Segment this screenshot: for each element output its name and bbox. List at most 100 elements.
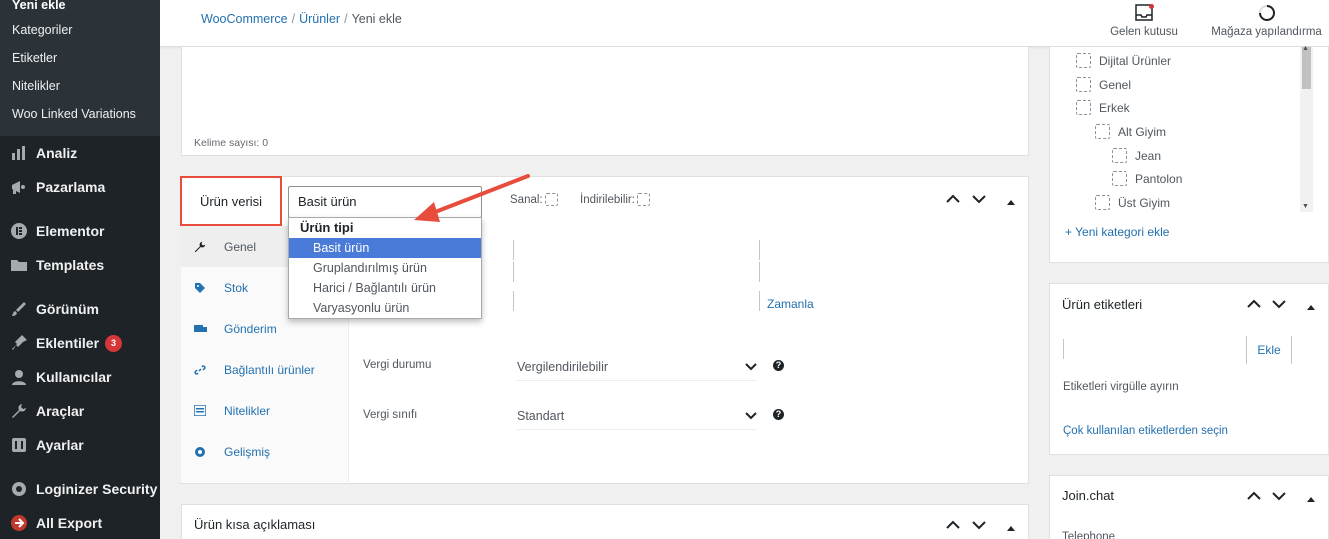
category-checkbox[interactable] [1076, 53, 1091, 68]
dropdown-option-grouped[interactable]: Gruplandırılmış ürün [289, 258, 481, 278]
store-setup-button[interactable]: Mağaza yapılandırma [1204, 2, 1329, 38]
export-icon [9, 513, 29, 533]
downloadable-label: İndirilebilir: [580, 193, 635, 206]
menu-appearance[interactable]: Görünüm [0, 292, 160, 326]
short-desc-move-down[interactable] [972, 518, 986, 533]
tab-label: Bağlantılı ürünler [224, 362, 315, 377]
add-tag-label: Ekle [1257, 343, 1281, 357]
dropdown-option-simple[interactable]: Basit ürün [289, 238, 481, 258]
tax-class-help-icon[interactable]: ? [773, 409, 784, 420]
tab-linked-products[interactable]: Bağlantılı ürünler [181, 349, 348, 390]
list-icon [193, 405, 207, 416]
tab-attributes[interactable]: Nitelikler [181, 390, 348, 431]
category-checkbox[interactable] [1076, 100, 1091, 115]
tab-advanced[interactable]: Gelişmiş [181, 431, 348, 472]
elementor-icon [9, 221, 29, 241]
scroll-up-arrow[interactable]: ▲ [1302, 45, 1309, 52]
products-submenu: Yeni ekle Kategoriler Etiketler Nitelikl… [0, 0, 160, 136]
category-item[interactable]: Dijital Ürünler [1076, 53, 1171, 68]
category-checkbox[interactable] [1112, 171, 1127, 186]
settings-icon [9, 435, 29, 455]
tax-class-select[interactable]: Standart [517, 402, 757, 430]
breadcrumb-current: Yeni ekle [351, 12, 402, 26]
category-item[interactable]: Alt Giyim [1095, 124, 1166, 139]
sale-price-field[interactable] [513, 262, 760, 282]
gear-icon [9, 479, 29, 499]
plugin-update-badge: 3 [105, 334, 123, 352]
submenu-linked-variations[interactable]: Woo Linked Variations [0, 100, 160, 128]
tax-status-select[interactable]: Vergilendirilebilir [517, 353, 757, 381]
category-label: Erkek [1099, 100, 1130, 115]
short-desc-toggle[interactable] [1006, 520, 1016, 535]
submenu-categories[interactable]: Kategoriler [0, 16, 160, 44]
chevron-down-icon [745, 402, 757, 430]
category-item[interactable]: Genel [1076, 77, 1131, 92]
breadcrumb-products[interactable]: Ürünler [299, 12, 340, 26]
tags-move-up[interactable] [1247, 297, 1261, 312]
tag-icon [193, 282, 207, 294]
category-checkbox[interactable] [1095, 195, 1110, 210]
add-tag-button[interactable]: Ekle [1246, 336, 1292, 364]
dropdown-option-external[interactable]: Harici / Bağlantılı ürün [289, 278, 481, 298]
sale-date-field[interactable] [513, 291, 760, 311]
category-item[interactable]: Üst Giyim [1095, 195, 1170, 210]
submenu-attributes[interactable]: Nitelikler [0, 72, 160, 100]
menu-all-export[interactable]: All Export [0, 506, 160, 539]
menu-label: Analiz [36, 145, 78, 161]
tags-toggle[interactable] [1306, 299, 1316, 314]
menu-loginizer[interactable]: Loginizer Security [0, 472, 160, 506]
scroll-down-arrow[interactable]: ▼ [1302, 203, 1309, 210]
menu-settings[interactable]: Ayarlar [0, 428, 160, 462]
move-up-button[interactable] [946, 192, 960, 207]
virtual-checkbox[interactable] [544, 193, 558, 206]
joinchat-move-up[interactable] [1247, 489, 1261, 504]
category-checkbox[interactable] [1112, 148, 1127, 163]
menu-tools[interactable]: Araçlar [0, 394, 160, 428]
joinchat-move-down[interactable] [1272, 489, 1286, 504]
downloadable-checkbox[interactable] [636, 193, 650, 206]
dropdown-option-variable[interactable]: Varyasyonlu ürün [289, 298, 481, 318]
menu-elementor[interactable]: Elementor [0, 214, 160, 248]
menu-label: Ayarlar [36, 437, 84, 453]
regular-price-field[interactable] [513, 240, 760, 260]
admin-sidebar: Yeni ekle Kategoriler Etiketler Nitelikl… [0, 0, 160, 539]
schedule-link[interactable]: Zamanla [767, 297, 814, 311]
joinchat-phone-label: Telephone [1062, 531, 1116, 539]
menu-analytics[interactable]: Analiz [0, 136, 160, 170]
scrollbar-thumb[interactable] [1302, 47, 1311, 89]
category-label: Pantolon [1135, 171, 1183, 186]
menu-users[interactable]: Kullanıcılar [0, 360, 160, 394]
toggle-panel-button[interactable] [1006, 194, 1016, 209]
inbox-button[interactable]: Gelen kutusu [1104, 2, 1184, 38]
joinchat-toggle[interactable] [1306, 491, 1316, 506]
progress-icon [1258, 5, 1275, 21]
submenu-add-new[interactable]: Yeni ekle [0, 0, 160, 16]
category-item[interactable]: Pantolon [1112, 171, 1182, 186]
category-checkbox[interactable] [1076, 77, 1091, 92]
menu-plugins[interactable]: Eklentiler 3 [0, 326, 160, 360]
product-data-title: Ürün verisi [180, 176, 282, 226]
menu-marketing[interactable]: Pazarlama [0, 170, 160, 204]
add-category-link[interactable]: + Yeni kategori ekle [1065, 225, 1169, 239]
menu-templates[interactable]: Templates [0, 248, 160, 282]
downloadable-option[interactable]: İndirilebilir: [580, 193, 650, 206]
category-item[interactable]: Erkek [1076, 100, 1130, 115]
menu-label: Templates [36, 257, 105, 273]
breadcrumb-woocommerce[interactable]: WooCommerce [201, 12, 288, 26]
tag-input[interactable] [1063, 339, 1241, 359]
move-down-button[interactable] [972, 192, 986, 207]
category-checkbox[interactable] [1095, 124, 1110, 139]
category-label: Üst Giyim [1118, 195, 1170, 210]
popular-tags-link[interactable]: Çok kullanılan etiketlerden seçin [1063, 425, 1228, 437]
joinchat-title: Join.chat [1062, 488, 1115, 503]
tax-status-value: Vergilendirilebilir [517, 360, 609, 374]
tax-status-help-icon[interactable]: ? [773, 360, 784, 371]
chevron-up-icon [1247, 491, 1261, 500]
category-item[interactable]: Jean [1112, 148, 1161, 163]
categories-scrollbar[interactable]: ▲ ▼ [1300, 45, 1313, 212]
short-desc-move-up[interactable] [946, 518, 960, 533]
tags-hint: Etiketleri virgülle ayırın [1063, 381, 1179, 393]
submenu-tags[interactable]: Etiketler [0, 44, 160, 72]
chevron-down-icon [972, 195, 986, 204]
tags-move-down[interactable] [1272, 297, 1286, 312]
